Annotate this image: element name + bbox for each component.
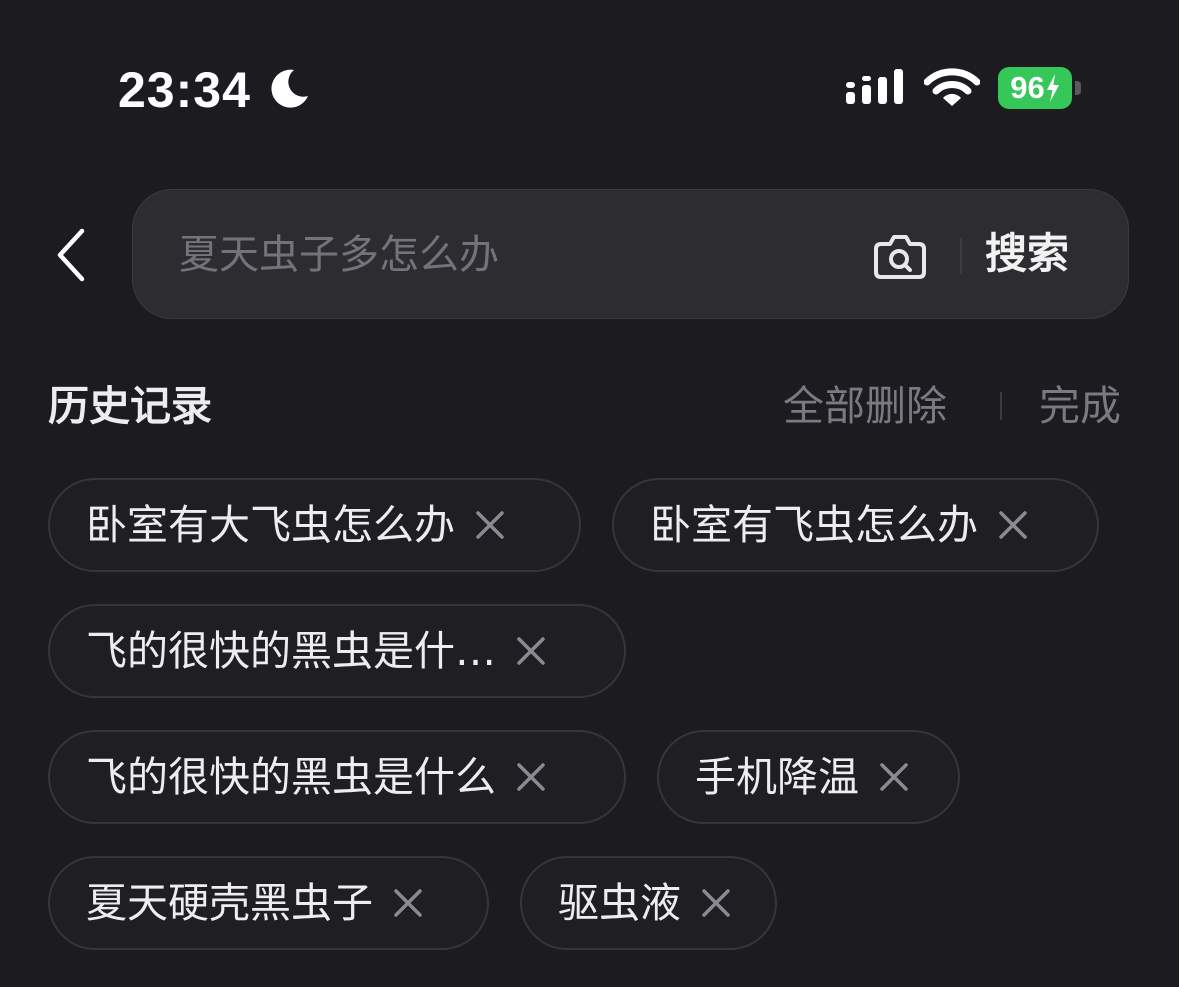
close-icon[interactable] [473,508,507,542]
battery-level: 96 [1010,70,1045,105]
battery-cap [1075,81,1081,95]
search-divider [960,238,962,274]
done-button[interactable]: 完成 [1039,378,1121,434]
close-icon[interactable] [877,760,911,794]
history-chip[interactable]: 卧室有飞虫怎么办 [612,478,1099,572]
history-chip-label: 手机降温 [695,753,859,801]
search-button[interactable]: 搜索 [985,226,1069,282]
history-chip[interactable]: 飞的很快的黑虫是什么 [48,730,626,824]
search-box: 搜索 [132,189,1129,319]
wifi-icon [924,68,980,106]
history-chip[interactable]: 飞的很快的黑虫是什… [48,604,626,698]
bolt-icon [1046,74,1059,102]
history-chip-label: 卧室有大飞虫怎么办 [86,501,455,549]
history-chip-label: 夏天硬壳黑虫子 [86,879,373,927]
history-chip-label: 飞的很快的黑虫是什… [86,627,496,675]
close-icon[interactable] [391,886,425,920]
history-chip-label: 飞的很快的黑虫是什么 [86,753,496,801]
status-time: 23:34 [118,62,251,118]
close-icon[interactable] [514,760,548,794]
back-button[interactable] [46,222,96,288]
history-chip[interactable]: 夏天硬壳黑虫子 [48,856,489,950]
history-chip[interactable]: 卧室有大飞虫怎么办 [48,478,581,572]
history-chip[interactable]: 手机降温 [657,730,960,824]
signal-icon [846,69,903,104]
history-chip[interactable]: 驱虫液 [520,856,777,950]
search-input[interactable] [179,228,819,282]
battery-icon: 96 [998,67,1072,109]
close-icon[interactable] [514,634,548,668]
camera-icon[interactable] [873,232,927,280]
moon-icon [271,69,308,108]
history-title: 历史记录 [48,382,212,430]
header-divider [1000,392,1002,420]
delete-all-button[interactable]: 全部删除 [783,378,947,434]
close-icon[interactable] [996,508,1030,542]
close-icon[interactable] [699,886,733,920]
chevron-left-icon [57,228,85,282]
history-chip-label: 驱虫液 [558,879,681,927]
history-chip-label: 卧室有飞虫怎么办 [650,501,978,549]
